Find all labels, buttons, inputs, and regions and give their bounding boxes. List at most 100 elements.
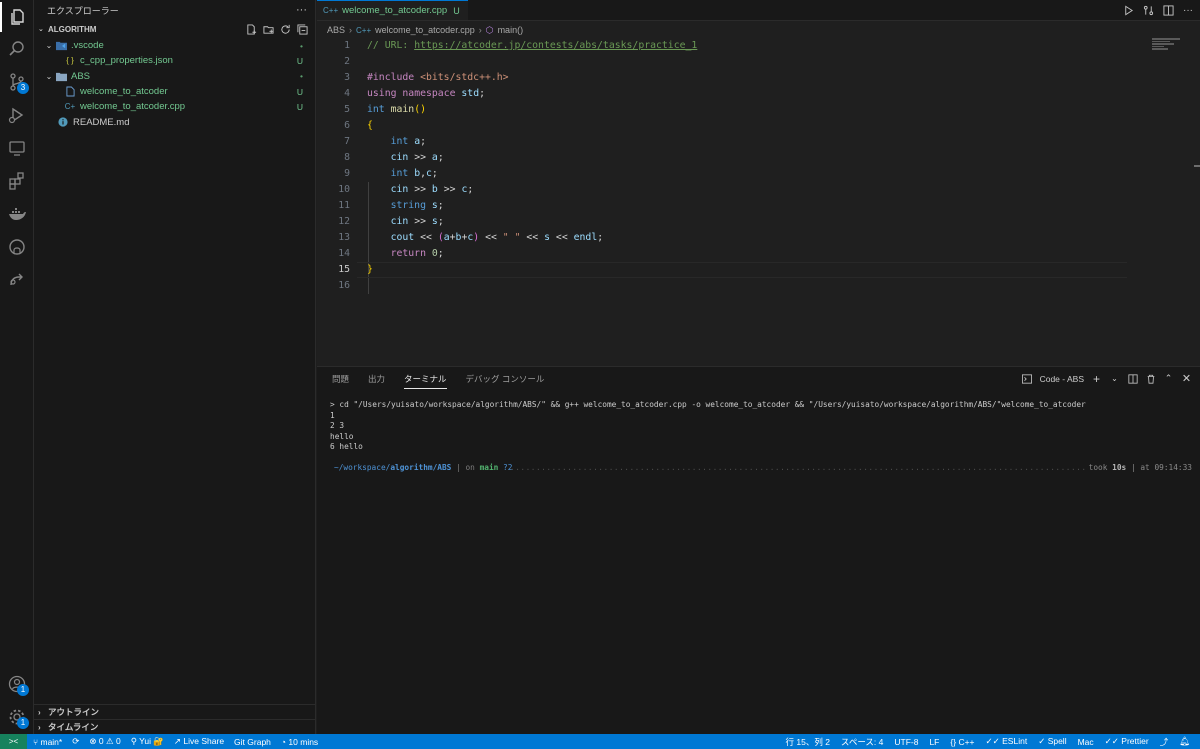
symbol-method-icon: ⬡	[485, 24, 494, 35]
editor-tab-bar: C++ welcome_to_atcoder.cpp U ···	[317, 0, 1200, 21]
sync-icon[interactable]: ⟳	[72, 736, 79, 747]
docker-icon[interactable]	[0, 199, 34, 229]
keyboard-layout[interactable]: Mac	[1078, 737, 1094, 747]
github-icon[interactable]	[0, 232, 34, 262]
git-graph-button[interactable]: Git Graph	[234, 737, 271, 747]
terminal[interactable]: > cd "/Users/yuisato/workspace/algorithm…	[330, 400, 1192, 484]
notifications-bell-icon[interactable]: 🔔︎	[1179, 736, 1190, 747]
code-line[interactable]: 4 using namespace std;	[317, 86, 1187, 102]
remote-indicator[interactable]: ><	[0, 734, 27, 749]
split-terminal-icon[interactable]	[1127, 373, 1138, 384]
language-mode[interactable]: {} C++	[950, 737, 974, 747]
code-line[interactable]: 15}	[317, 262, 1187, 278]
terminal-output-line: 6 hello	[330, 442, 363, 451]
settings-gear-icon[interactable]: 1	[0, 702, 34, 732]
add-terminal-icon[interactable]: +	[1091, 372, 1102, 386]
run-debug-icon[interactable]	[0, 100, 34, 130]
scm-badge: 3	[17, 82, 29, 94]
more-actions-icon[interactable]: ···	[1182, 4, 1194, 16]
timeline-title: タイムライン	[48, 722, 99, 732]
refresh-icon[interactable]	[279, 23, 292, 36]
accounts-badge: 1	[17, 684, 29, 696]
split-editor-icon[interactable]	[1162, 4, 1174, 16]
breadcrumb-folder[interactable]: ABS	[327, 25, 345, 35]
code-line[interactable]: 13 cout << (a+b+c) << " " << s << endl;	[317, 230, 1187, 246]
source-control-icon[interactable]: 3	[0, 67, 34, 97]
live-share-status[interactable]: ↗ Live Share	[174, 736, 224, 747]
remote-explorer-icon[interactable]	[0, 133, 34, 163]
explorer-icon[interactable]	[0, 2, 34, 32]
info-icon	[56, 117, 70, 127]
line-number: 3	[344, 72, 350, 83]
problems-status[interactable]: ⊗ 0 ⚠ 0	[89, 736, 120, 747]
tab-terminal[interactable]: ターミナル	[404, 373, 447, 389]
code-line[interactable]: 10 cin >> b >> c;	[317, 182, 1187, 198]
tab-welcome-cpp[interactable]: C++ welcome_to_atcoder.cpp U	[317, 0, 468, 20]
code-line[interactable]: 2	[317, 54, 1187, 70]
search-icon[interactable]	[0, 34, 34, 64]
code-line[interactable]: 9 int b,c;	[317, 166, 1187, 182]
feedback-icon[interactable]: ⤴	[1160, 736, 1169, 748]
git-branch-icon: ⑂	[33, 736, 39, 747]
collapse-all-icon[interactable]	[296, 23, 309, 36]
timeline-section-header[interactable]: › タイムライン	[34, 719, 316, 734]
end-of-line[interactable]: LF	[929, 737, 939, 747]
chevron-down-icon[interactable]: ⌄	[1109, 373, 1120, 384]
code-editor[interactable]: 1 // URL: https://atcoder.jp/contests/abs…	[317, 38, 1187, 294]
close-panel-icon[interactable]: ✕	[1181, 373, 1192, 385]
trash-icon[interactable]	[1145, 373, 1156, 384]
eslint-status[interactable]: ✓✓ ESLint	[986, 736, 1028, 747]
indentation[interactable]: スペース: 4	[841, 736, 883, 748]
code-line[interactable]: 1 // URL: https://atcoder.jp/contests/abs…	[317, 38, 1187, 54]
tree-item-c-cpp-properties[interactable]: { } c_cpp_properties.json U	[34, 53, 315, 68]
line-number: 12	[338, 216, 350, 227]
encoding[interactable]: UTF-8	[894, 737, 918, 747]
spell-status[interactable]: ✓ Spell	[1038, 736, 1066, 747]
code-line[interactable]: 14 return 0;	[317, 246, 1187, 262]
explorer-more-button[interactable]: ···	[296, 4, 307, 16]
outline-section-header[interactable]: › アウトライン	[34, 704, 316, 719]
terminal-command: > cd "/Users/yuisato/workspace/algorithm…	[330, 400, 1086, 409]
remote-icon: ><	[8, 737, 19, 746]
code-line[interactable]: 12 cin >> s;	[317, 214, 1187, 230]
timer-status[interactable]: ◔ 10 mins	[281, 737, 318, 747]
code-line[interactable]: 6{	[317, 118, 1187, 134]
line-number: 9	[344, 168, 350, 179]
maximize-panel-icon[interactable]: ⌃	[1163, 373, 1174, 384]
user-status[interactable]: ⚲ Yui 🔐	[131, 736, 164, 747]
live-share-icon[interactable]	[0, 265, 34, 295]
new-folder-icon[interactable]	[262, 23, 275, 36]
terminal-output-line: hello	[330, 431, 354, 441]
status-left: ⑂ main* ⟳ ⊗ 0 ⚠ 0 ⚲ Yui 🔐 ↗ Live Share G…	[27, 736, 318, 747]
tree-item-welcome-cpp[interactable]: C+ welcome_to_atcoder.cpp U	[34, 99, 315, 114]
minimap[interactable]	[1152, 38, 1184, 52]
extensions-icon[interactable]	[0, 166, 34, 196]
tree-item-abs-folder[interactable]: ⌄ ABS •	[34, 69, 315, 84]
compare-icon[interactable]	[1142, 4, 1154, 16]
code-line[interactable]: 16	[317, 278, 1187, 294]
new-file-icon[interactable]	[245, 23, 258, 36]
branch-status[interactable]: ⑂ main*	[33, 737, 62, 747]
terminal-input-line[interactable]: >	[330, 474, 1192, 485]
tree-item-readme[interactable]: README.md	[34, 114, 315, 129]
terminal-selector[interactable]: Code - ABS	[1040, 374, 1084, 384]
breadcrumb-symbol[interactable]: main()	[498, 25, 524, 35]
code-line[interactable]: 3 #include <bits/stdc++.h>	[317, 70, 1187, 86]
scrollbar-marker[interactable]	[1194, 165, 1200, 167]
tree-item-vscode-folder[interactable]: ⌄ .vscode •	[34, 38, 315, 53]
tab-problems[interactable]: 問題	[332, 373, 349, 385]
tab-output[interactable]: 出力	[368, 373, 385, 385]
code-line[interactable]: 11 string s;	[317, 198, 1187, 214]
cursor-position[interactable]: 行 15、列 2	[786, 736, 830, 748]
accounts-icon[interactable]: 1	[0, 669, 34, 699]
tree-item-welcome-binary[interactable]: welcome_to_atcoder U	[34, 84, 315, 99]
prettier-status[interactable]: ✓✓ Prettier	[1105, 736, 1149, 747]
prompt-took: took	[1088, 462, 1108, 472]
bottom-panel: 問題 出力 ターミナル デバッグ コンソール Code - ABS + ⌄ ⌃ …	[317, 366, 1200, 734]
run-icon[interactable]	[1122, 4, 1134, 16]
code-line[interactable]: 7 int a;	[317, 134, 1187, 150]
breadcrumb-file[interactable]: welcome_to_atcoder.cpp	[375, 25, 475, 35]
code-line[interactable]: 5 int main()	[317, 102, 1187, 118]
code-line[interactable]: 8 cin >> a;	[317, 150, 1187, 166]
tab-debug-console[interactable]: デバッグ コンソール	[466, 373, 545, 385]
